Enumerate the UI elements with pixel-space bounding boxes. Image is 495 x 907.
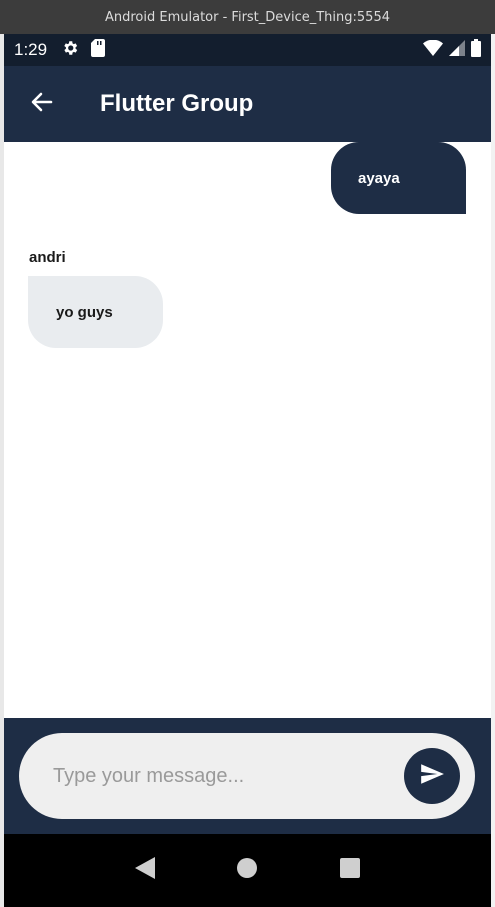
message-input-container [19,733,475,819]
status-time: 1:29 [14,40,48,59]
message-text: yo guys [56,303,113,321]
send-button[interactable] [404,748,460,804]
arrow-left-icon [30,90,54,119]
sd-card-icon [91,38,106,62]
android-nav-bar [4,834,491,907]
incoming-message-bubble[interactable]: yo guys [28,276,163,348]
signal-icon [449,39,465,61]
page-title: Flutter Group [100,90,254,117]
nav-back-button[interactable] [125,851,165,891]
outgoing-message-bubble[interactable]: ayaya [331,142,466,214]
status-bar: 1:29 [4,34,491,66]
message-input[interactable] [53,764,393,788]
nav-home-button[interactable] [227,851,267,891]
back-button[interactable] [14,76,70,132]
send-icon [419,761,445,792]
emulator-window-title: Android Emulator - First_Device_Thing:55… [0,0,495,34]
app-bar: Flutter Group [4,66,491,142]
nav-recents-button[interactable] [330,851,370,891]
triangle-back-icon [135,857,156,884]
battery-icon [471,38,481,62]
message-composer [4,718,491,834]
square-recents-icon [339,858,360,883]
gear-icon [61,39,79,62]
sender-name: andri [29,249,66,266]
phone-screen: 1:29 Flutter Group ayaya andri yo guys T… [4,34,491,907]
wifi-icon [423,39,443,61]
circle-home-icon [237,858,258,883]
message-text: ayaya [358,169,400,187]
message-list[interactable]: ayaya andri yo guys [4,142,491,718]
